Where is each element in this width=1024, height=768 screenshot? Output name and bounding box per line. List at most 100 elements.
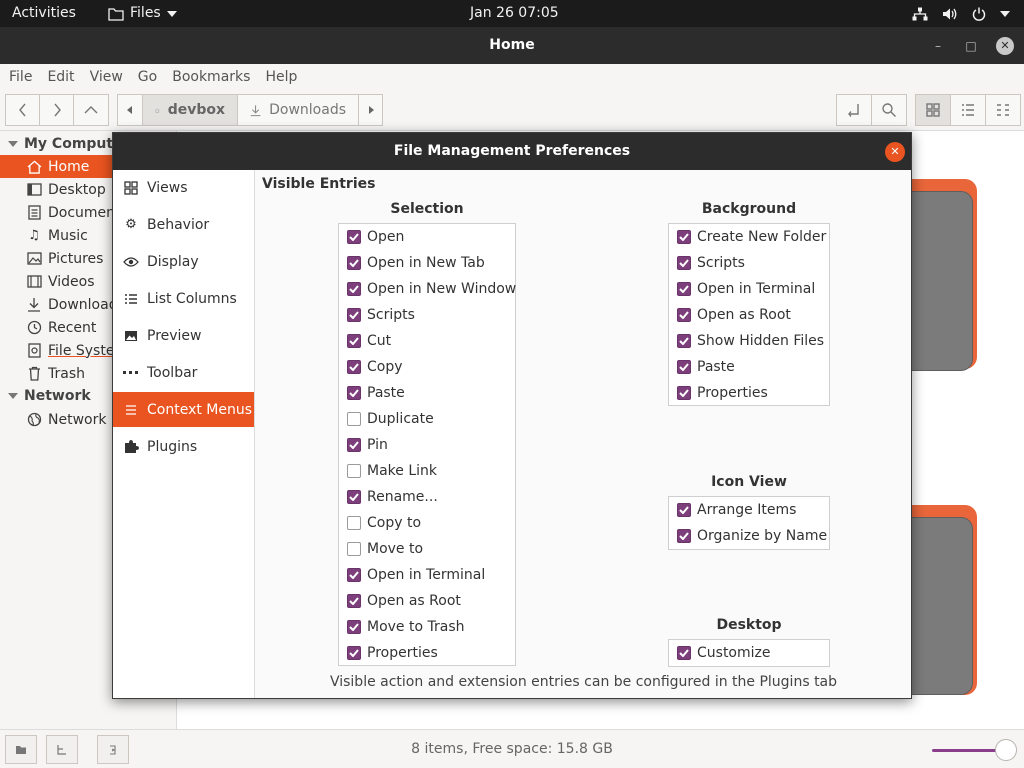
menu-bookmarks[interactable]: Bookmarks bbox=[165, 69, 257, 85]
clock[interactable]: Jan 26 07:05 bbox=[470, 0, 559, 27]
checkbox-mark bbox=[347, 412, 361, 426]
checkbox-open-in-terminal[interactable]: Open in Terminal bbox=[669, 276, 829, 302]
nav-item-toolbar[interactable]: Toolbar bbox=[113, 355, 254, 390]
checkbox-duplicate[interactable]: Duplicate bbox=[339, 406, 515, 432]
checkbox-properties[interactable]: Properties bbox=[339, 640, 515, 666]
dialog-title[interactable]: File Management Preferences bbox=[113, 133, 911, 170]
desktop-list: Customize bbox=[668, 639, 830, 667]
checkbox-label: Arrange Items bbox=[697, 502, 797, 518]
menu-file[interactable]: File bbox=[2, 69, 39, 85]
forward-button[interactable] bbox=[39, 94, 74, 126]
app-menu-label: Files bbox=[130, 5, 161, 21]
checkbox-scripts[interactable]: Scripts bbox=[339, 302, 515, 328]
checkbox-pin[interactable]: Pin bbox=[339, 432, 515, 458]
icon-view-title: Icon View bbox=[711, 474, 787, 490]
checkbox-mark bbox=[347, 282, 361, 296]
close-button[interactable]: ✕ bbox=[996, 37, 1014, 55]
list-view-button[interactable] bbox=[950, 94, 986, 126]
menu-view[interactable]: View bbox=[83, 69, 130, 85]
checkbox-paste[interactable]: Paste bbox=[669, 354, 829, 380]
checkbox-customize[interactable]: Customize bbox=[669, 640, 829, 666]
compact-view-icon bbox=[997, 104, 1009, 116]
back-button[interactable] bbox=[5, 94, 40, 126]
checkbox-arrange-items[interactable]: Arrange Items bbox=[669, 497, 829, 523]
icon-view-list: Arrange Items Organize by Name bbox=[668, 496, 830, 550]
checkbox-move-to[interactable]: Move to bbox=[339, 536, 515, 562]
nav-item-label: Behavior bbox=[147, 216, 210, 233]
trash-icon bbox=[26, 366, 42, 382]
chevron-right-icon bbox=[53, 103, 61, 117]
gnome-top-bar: Activities Files Jan 26 07:05 bbox=[0, 0, 1024, 27]
sidebar-item-label: Recent bbox=[48, 319, 97, 336]
nav-item-preview[interactable]: Preview bbox=[113, 318, 254, 353]
breadcrumb-scroll-left[interactable] bbox=[117, 94, 143, 126]
icon-view-button[interactable] bbox=[915, 94, 951, 126]
menu-go[interactable]: Go bbox=[131, 69, 164, 85]
nav-item-views[interactable]: Views bbox=[113, 170, 254, 205]
nav-item-label: Context Menus bbox=[147, 401, 253, 418]
checkbox-open[interactable]: Open bbox=[339, 224, 515, 250]
checkbox-mark bbox=[677, 230, 691, 244]
zoom-slider-handle[interactable] bbox=[995, 739, 1017, 761]
window-titlebar[interactable]: Home – □ ✕ bbox=[0, 27, 1024, 64]
checkbox-open-in-new-tab[interactable]: Open in New Tab bbox=[339, 250, 515, 276]
nav-item-context-menus[interactable]: Context Menus bbox=[113, 392, 254, 427]
nav-item-display[interactable]: Display bbox=[113, 244, 254, 279]
gear-icon: ⚙ bbox=[125, 217, 137, 232]
menu-help[interactable]: Help bbox=[258, 69, 304, 85]
checkbox-label: Open in Terminal bbox=[367, 567, 486, 583]
window-title: Home bbox=[489, 37, 535, 53]
nav-item-plugins[interactable]: Plugins bbox=[113, 429, 254, 464]
location-toggle-button[interactable] bbox=[836, 94, 872, 126]
checkbox-cut[interactable]: Cut bbox=[339, 328, 515, 354]
checkbox-label: Copy bbox=[367, 359, 403, 375]
download-icon bbox=[250, 104, 261, 116]
checkbox-paste[interactable]: Paste bbox=[339, 380, 515, 406]
checkbox-move-to-trash[interactable]: Move to Trash bbox=[339, 614, 515, 640]
checkbox-open-as-root[interactable]: Open as Root bbox=[669, 302, 829, 328]
maximize-button[interactable]: □ bbox=[962, 37, 980, 55]
up-button[interactable] bbox=[73, 94, 109, 126]
recent-icon bbox=[26, 320, 42, 336]
checkbox-label: Copy to bbox=[367, 515, 422, 531]
checkbox-scripts[interactable]: Scripts bbox=[669, 250, 829, 276]
minimize-button[interactable]: – bbox=[929, 37, 947, 55]
menu-edit[interactable]: Edit bbox=[40, 69, 81, 85]
checkbox-label: Scripts bbox=[697, 255, 745, 271]
checkbox-label: Pin bbox=[367, 437, 388, 453]
breadcrumb-scroll-right[interactable] bbox=[358, 94, 383, 126]
plugins-hint: Visible action and extension entries can… bbox=[329, 674, 838, 690]
checkbox-rename[interactable]: Rename... bbox=[339, 484, 515, 510]
checkbox-mark bbox=[347, 620, 361, 634]
checkbox-copy-to[interactable]: Copy to bbox=[339, 510, 515, 536]
compact-view-button[interactable] bbox=[985, 94, 1021, 126]
desktop-title: Desktop bbox=[716, 617, 782, 633]
sidebar-item-label: Music bbox=[48, 227, 88, 244]
dialog-close-button[interactable]: ✕ bbox=[885, 142, 905, 162]
checkbox-organize-by-name[interactable]: Organize by Name bbox=[669, 523, 829, 549]
app-menu[interactable]: Files bbox=[108, 0, 177, 27]
zoom-slider-track[interactable] bbox=[932, 749, 1004, 752]
checkbox-mark bbox=[677, 646, 691, 660]
checkbox-open-in-new-window[interactable]: Open in New Window bbox=[339, 276, 516, 302]
checkbox-label: Scripts bbox=[367, 307, 415, 323]
checkbox-open-as-root[interactable]: Open as Root bbox=[339, 588, 515, 614]
checkbox-open-in-terminal[interactable]: Open in Terminal bbox=[339, 562, 515, 588]
nav-item-behavior[interactable]: ⚙ Behavior bbox=[113, 207, 254, 242]
checkbox-copy[interactable]: Copy bbox=[339, 354, 515, 380]
home-icon bbox=[26, 159, 42, 175]
preferences-dialog: File Management Preferences ✕ Views ⚙ Be… bbox=[112, 132, 912, 699]
system-tray[interactable] bbox=[912, 0, 1010, 27]
checkbox-make-link[interactable]: Make Link bbox=[339, 458, 515, 484]
checkbox-create-new-folder[interactable]: Create New Folder bbox=[669, 224, 829, 250]
breadcrumb-downloads[interactable]: Downloads bbox=[237, 94, 359, 126]
nav-item-list-columns[interactable]: List Columns bbox=[113, 281, 254, 316]
breadcrumb-devbox[interactable]: devbox bbox=[142, 94, 238, 126]
search-button[interactable] bbox=[871, 94, 907, 126]
breadcrumb-label: Downloads bbox=[269, 102, 346, 118]
sidebar-section-network[interactable]: Network bbox=[8, 385, 91, 407]
activities-button[interactable]: Activities bbox=[12, 0, 76, 27]
checkbox-properties[interactable]: Properties bbox=[669, 380, 829, 406]
sidebar-item-label: Pictures bbox=[48, 250, 104, 267]
checkbox-show-hidden-files[interactable]: Show Hidden Files bbox=[669, 328, 829, 354]
